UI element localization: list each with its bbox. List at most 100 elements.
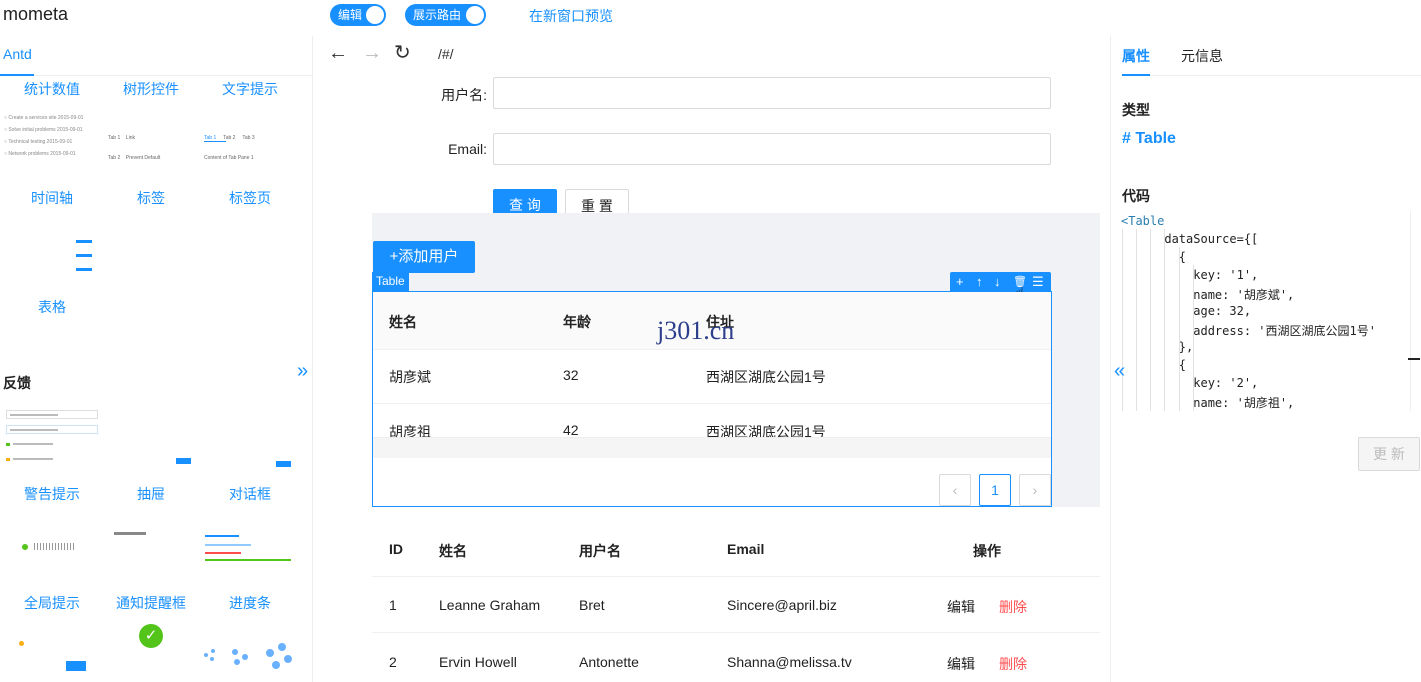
tab-properties-underline [1122,74,1150,76]
tag-thumbnail[interactable]: Tab 1 Link Tab 2 Prevent Default [108,128,198,168]
code-line: name: '胡彦祖', [1121,396,1295,410]
update-button[interactable]: 更 新 [1358,437,1420,471]
timeline-thumbnail[interactable]: ○ Create a services site 2015-09-01 ○ So… [4,112,102,174]
component-tooltip[interactable]: 文字提示 [200,79,300,99]
edit-link[interactable]: 编辑 [947,597,975,617]
pagination-next[interactable]: › [1019,474,1051,506]
progress-thumbnail[interactable] [205,535,295,563]
table-cell: 42 [563,422,579,438]
button-thumbnail-icon[interactable] [66,661,86,671]
timeline-item: ○ Technical testing 2015-09-01 [4,139,73,145]
tag-preview: Tab 2 [108,155,121,161]
column-header-name: 姓名 [389,314,417,330]
app-title: mometa [3,4,69,24]
users-row-divider [372,632,1100,633]
email-input[interactable] [493,133,1051,165]
user-id: 2 [389,654,397,670]
code-line: <Table [1121,214,1165,228]
pagination-page-1[interactable]: 1 [979,474,1011,506]
users-header-divider [372,576,1100,577]
alert-thumbnail[interactable] [6,410,98,468]
timeline-item: ○ Network problems 2015-09-01 [4,151,76,157]
delete-link[interactable]: 删除 [999,597,1027,617]
collapse-left-icon[interactable]: » [297,360,308,383]
edit-toggle-label: 编辑 [338,8,363,22]
route-path: /#/ [438,46,454,62]
username-input[interactable] [493,77,1051,109]
component-table[interactable]: 表格 [2,297,102,317]
user-name-link[interactable]: Ervin Howell [439,654,517,670]
code-line: { [1121,250,1187,264]
users-col-email: Email [727,541,765,557]
sidebar-tab-divider [34,75,313,76]
sidebar-tab-antd[interactable]: Antd [3,46,32,62]
loading-dot[interactable] [19,641,24,646]
component-notification[interactable]: 通知提醒框 [101,593,201,613]
component-progress[interactable]: 进度条 [200,593,300,613]
code-line: name: '胡彦斌', [1121,288,1295,302]
preview-link[interactable]: 在新窗口预览 [529,6,613,26]
back-icon[interactable]: ← [328,42,348,65]
notification-thumbnail[interactable] [114,532,146,535]
refresh-icon[interactable]: ↻ [394,40,411,65]
spin-thumbnail-icon[interactable] [204,643,298,673]
toggle-knob [366,6,384,24]
modal-thumbnail-icon[interactable] [276,461,291,467]
timeline-item: ○ Solve initial problems 2015-09-01 [4,127,83,133]
component-statistic[interactable]: 统计数值 [2,79,102,99]
tab-meta[interactable]: 元信息 [1181,46,1223,66]
table-badge: Table [372,272,409,291]
component-timeline[interactable]: 时间轴 [2,188,102,208]
column-header-age: 年龄 [563,314,591,330]
toggle-knob [466,6,484,24]
code-line: }, [1121,340,1194,354]
expand-right-icon[interactable]: « [1114,360,1125,383]
drawer-thumbnail-icon[interactable] [176,458,191,464]
check-circle-icon[interactable]: ✓ [139,624,163,648]
tabs-divider [1150,75,1421,76]
user-username: Bret [579,597,605,613]
table-cell: 西湖区湖底公园1号 [706,369,826,385]
component-drawer[interactable]: 抽屉 [101,484,201,504]
table-cell: 32 [563,367,579,383]
timeline-item: ○ Create a services site 2015-09-01 [4,115,84,121]
delete-link[interactable]: 删除 [999,654,1027,674]
code-line: age: 32, [1121,304,1252,318]
edit-toggle[interactable]: 编辑 [330,4,386,26]
sidebar-tab-underline [0,74,34,76]
tab-preview: Tab 3 [242,135,255,141]
users-col-id: ID [389,541,403,557]
section-feedback: 反馈 [3,375,31,391]
table-cell: 胡彦斌 [389,369,431,385]
arrow-up-icon[interactable]: ↑ [976,272,983,292]
plus-icon[interactable]: + [956,272,964,292]
menu-icon[interactable]: ☰ [1032,272,1044,292]
route-toggle[interactable]: 展示路由 [405,4,486,26]
arrow-down-icon[interactable]: ↓ [994,272,1001,292]
forward-icon[interactable]: → [362,42,382,65]
add-user-button[interactable]: +添加用户 [373,241,475,273]
component-alert[interactable]: 警告提示 [2,484,102,504]
code-line: address: '西湖区湖底公园1号' [1121,324,1376,338]
component-tree[interactable]: 树形控件 [101,79,201,99]
tag-preview: Prevent Default [125,155,161,161]
component-tag[interactable]: 标签 [101,188,201,208]
email-label: Email: [448,141,487,157]
edit-link[interactable]: 编辑 [947,654,975,674]
pagination-prev[interactable]: ‹ [939,474,971,506]
code-line: key: '2', [1121,376,1259,390]
component-tabs[interactable]: 标签页 [200,188,300,208]
tab-pane-preview: Content of Tab Pane 1 [204,155,254,161]
tabs-thumbnail[interactable]: Tab 1 Tab 2 Tab 3 Content of Tab Pane 1 [204,128,304,168]
tab-properties[interactable]: 属性 [1122,46,1150,66]
table-thumbnail-icon[interactable] [76,240,92,276]
code-editor[interactable]: <Table dataSource={[ { key: '1', name: '… [1113,211,1411,411]
message-thumbnail[interactable] [22,542,82,552]
user-name-link[interactable]: Leanne Graham [439,597,540,613]
route-toggle-label: 展示路由 [413,8,462,22]
tabs-underline [204,141,226,142]
type-value[interactable]: # Table [1122,130,1176,148]
component-message[interactable]: 全局提示 [2,593,102,613]
table-toolbar: + ↑ ↓ 🗑 ☰ [950,272,1051,292]
component-modal[interactable]: 对话框 [200,484,300,504]
